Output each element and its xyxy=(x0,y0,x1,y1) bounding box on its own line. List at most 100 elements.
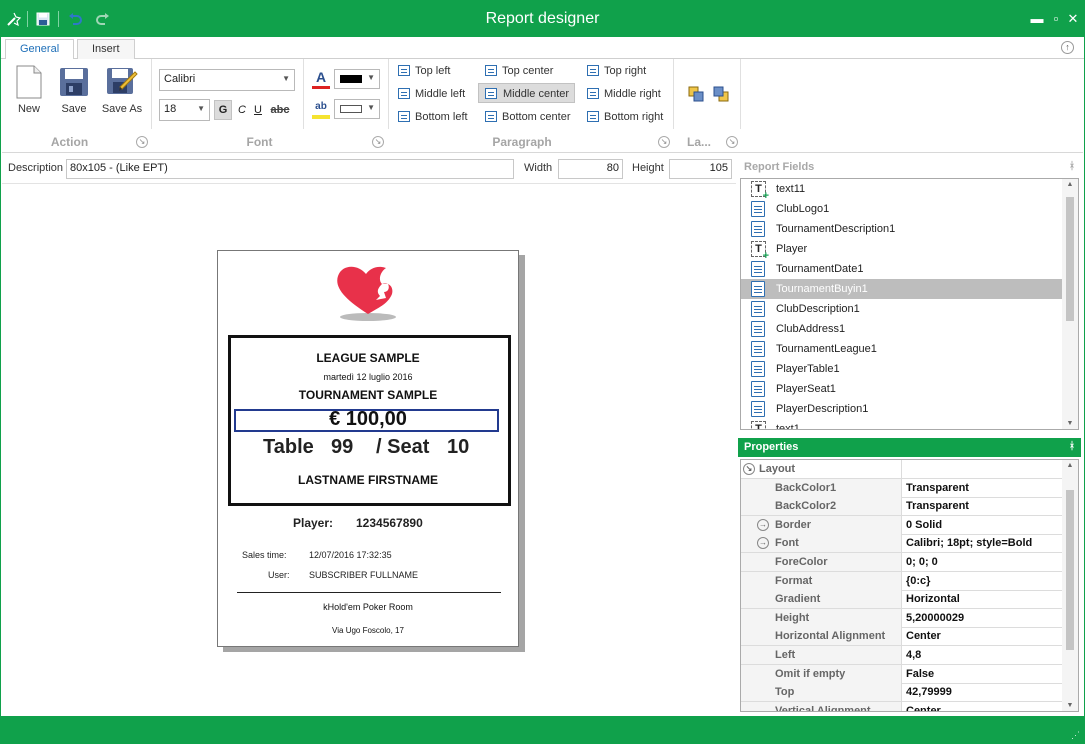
send-to-back-icon[interactable] xyxy=(713,86,729,102)
report-field-item[interactable]: PlayerTable1 xyxy=(741,359,1062,379)
report-field-item[interactable]: T + text11 xyxy=(741,179,1062,202)
property-value[interactable]: 42,79999 xyxy=(906,683,952,701)
save-as-button[interactable]: Save As xyxy=(100,61,144,119)
resize-grip-icon[interactable]: ⋰ xyxy=(1071,730,1080,741)
sales-time-label[interactable]: Sales time: xyxy=(242,550,287,560)
report-field-item[interactable]: TournamentDate1 xyxy=(741,259,1062,279)
sales-time-value[interactable]: 12/07/2016 17:32:35 xyxy=(309,550,392,560)
property-value[interactable]: 5,20000029 xyxy=(906,609,964,627)
report-field-item[interactable]: ClubDescription1 xyxy=(741,299,1062,319)
report-field-item[interactable]: TournamentBuyin1 xyxy=(741,279,1062,299)
align-bottom-left-button[interactable]: Bottom left xyxy=(395,107,473,127)
property-value[interactable]: Center xyxy=(906,702,941,711)
align-middle-center-button[interactable]: Middle center xyxy=(478,83,575,103)
league-name[interactable]: LEAGUE SAMPLE xyxy=(217,351,519,365)
pin-icon[interactable]: ᚼ xyxy=(1069,161,1075,172)
report-field-item[interactable]: ClubAddress1 xyxy=(741,319,1062,339)
properties-scrollbar[interactable]: ▲ ▼ xyxy=(1062,460,1078,711)
align-top-left-button[interactable]: Top left xyxy=(395,61,455,81)
save-button[interactable]: Save xyxy=(52,61,96,119)
fore-color-icon[interactable]: A xyxy=(312,69,330,89)
expand-icon[interactable]: → xyxy=(757,537,769,550)
report-field-item[interactable]: TournamentLeague1 xyxy=(741,339,1062,359)
table-label[interactable]: Table xyxy=(263,436,314,459)
report-field-item[interactable]: TournamentDescription1 xyxy=(741,219,1062,239)
align-bottom-center-button[interactable]: Bottom center xyxy=(482,107,575,127)
user-label[interactable]: User: xyxy=(268,570,290,580)
fore-color-picker[interactable]: ▼ xyxy=(334,69,380,89)
property-value[interactable]: Calibri; 18pt; style=Bold xyxy=(906,534,1032,552)
back-color-picker[interactable]: ▼ xyxy=(334,99,380,119)
collapse-ribbon-icon[interactable]: ↑ xyxy=(1061,41,1074,54)
height-field[interactable]: 105 xyxy=(669,159,732,179)
report-field-item[interactable]: T + Player xyxy=(741,239,1062,262)
club-description[interactable]: kHold'em Poker Room xyxy=(217,602,519,612)
ticket-divider[interactable] xyxy=(237,592,501,593)
strikethrough-button[interactable]: abc xyxy=(268,100,292,120)
player-description[interactable]: LASTNAME FIRSTNAME xyxy=(217,473,519,487)
tournament-description[interactable]: TOURNAMENT SAMPLE xyxy=(217,388,519,402)
property-row[interactable]: BackColor2 Transparent xyxy=(741,497,1062,517)
property-value[interactable]: Transparent xyxy=(906,479,969,497)
font-group-expand-icon[interactable]: ↘ xyxy=(372,136,384,148)
new-button[interactable]: New xyxy=(7,61,51,119)
report-field-item[interactable]: ClubLogo1 xyxy=(741,199,1062,219)
property-value[interactable]: Center xyxy=(906,627,941,645)
properties-grid[interactable]: ↘ Layout BackColor1 Transparent BackColor2… xyxy=(740,459,1079,712)
scroll-down-icon[interactable]: ▼ xyxy=(1062,420,1078,427)
property-row[interactable]: Horizontal Alignment Center xyxy=(741,627,1062,647)
paragraph-group-expand-icon[interactable]: ↘ xyxy=(658,136,670,148)
align-middle-left-button[interactable]: Middle left xyxy=(395,84,470,104)
tournament-date[interactable]: martedì 12 luglio 2016 xyxy=(217,372,519,382)
report-fields-scrollbar[interactable]: ▲ ▼ xyxy=(1062,179,1078,429)
font-family-combo[interactable]: Calibri ▼ xyxy=(159,69,295,91)
pin-icon[interactable]: ᚼ xyxy=(1069,441,1075,452)
property-category-layout[interactable]: ↘ Layout xyxy=(741,460,1062,479)
property-row[interactable]: BackColor1 Transparent xyxy=(741,478,1062,498)
highlight-color-icon[interactable]: ab xyxy=(312,99,330,119)
property-row[interactable]: Gradient Horizontal xyxy=(741,590,1062,610)
align-bottom-right-button[interactable]: Bottom right xyxy=(584,107,668,127)
property-row[interactable]: → Font Calibri; 18pt; style=Bold xyxy=(741,534,1062,554)
player-seat[interactable]: 10 xyxy=(447,436,469,459)
property-row[interactable]: Omit if empty False xyxy=(741,664,1062,684)
expand-icon[interactable]: → xyxy=(757,518,769,531)
description-field[interactable]: 80x105 - (Like EPT) xyxy=(66,159,514,179)
property-row[interactable]: Height 5,20000029 xyxy=(741,608,1062,628)
property-value[interactable]: 4,8 xyxy=(906,646,921,664)
bold-button[interactable]: G xyxy=(214,100,232,120)
property-value[interactable]: False xyxy=(906,665,934,683)
tournament-buyin[interactable]: € 100,00 xyxy=(217,408,519,431)
property-row[interactable]: ForeColor 0; 0; 0 xyxy=(741,553,1062,572)
action-group-expand-icon[interactable]: ↘ xyxy=(136,136,148,148)
font-size-combo[interactable]: 18 ▼ xyxy=(159,99,210,121)
width-field[interactable]: 80 xyxy=(558,159,623,179)
minimize-button[interactable]: ▬ xyxy=(1029,11,1045,27)
property-row[interactable]: Vertical Alignment Center xyxy=(741,701,1062,711)
tab-general[interactable]: General xyxy=(5,39,75,60)
italic-button[interactable]: C xyxy=(234,100,250,120)
report-field-item[interactable]: T+ text1 xyxy=(741,419,1062,429)
scrollbar-thumb[interactable] xyxy=(1066,490,1074,650)
property-row[interactable]: Left 4,8 xyxy=(741,646,1062,665)
property-value[interactable]: Horizontal xyxy=(906,590,960,608)
property-value[interactable]: 0 Solid xyxy=(906,516,942,534)
player-label[interactable]: Player: xyxy=(293,516,333,530)
club-address[interactable]: Via Ugo Foscolo, 17 xyxy=(217,626,519,635)
report-field-item[interactable]: PlayerDescription1 xyxy=(741,399,1062,419)
seat-label[interactable]: / Seat xyxy=(376,436,429,459)
property-row[interactable]: Top 42,79999 xyxy=(741,683,1062,703)
align-middle-right-button[interactable]: Middle right xyxy=(584,84,666,104)
player-id[interactable]: 1234567890 xyxy=(356,516,423,530)
property-value[interactable]: {0:c} xyxy=(906,572,930,590)
scroll-up-icon[interactable]: ▲ xyxy=(1062,462,1078,469)
align-top-center-button[interactable]: Top center xyxy=(482,61,558,81)
report-fields-list[interactable]: T + text11 ClubLogo1 TournamentDescription1 T… xyxy=(740,178,1079,430)
scrollbar-thumb[interactable] xyxy=(1066,197,1074,321)
property-row[interactable]: Format {0:c} xyxy=(741,571,1062,591)
tab-insert[interactable]: Insert xyxy=(77,39,135,60)
club-logo[interactable] xyxy=(332,262,404,324)
scroll-up-icon[interactable]: ▲ xyxy=(1062,181,1078,188)
maximize-button[interactable]: ▫ xyxy=(1048,11,1064,27)
collapse-icon[interactable]: ↘ xyxy=(743,463,755,475)
